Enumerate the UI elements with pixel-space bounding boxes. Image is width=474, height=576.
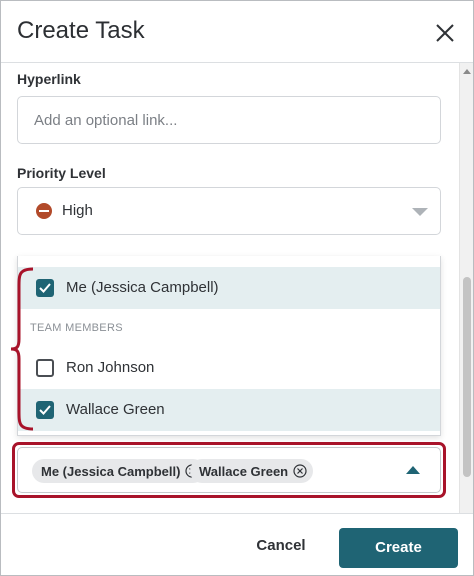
priority-label: Priority Level — [17, 165, 106, 181]
dialog-title: Create Task — [17, 17, 145, 44]
close-button[interactable] — [433, 21, 457, 45]
hyperlink-input[interactable]: Add an optional link... — [17, 96, 441, 144]
assignee-dropdown: Me (Jessica Campbell) TEAM MEMBERS Ron J… — [17, 256, 441, 436]
option-label: Ron Johnson — [66, 359, 155, 376]
dialog-header: Create Task — [1, 1, 473, 63]
scrollbar[interactable] — [459, 63, 473, 513]
annotation-highlight-box — [12, 442, 446, 498]
priority-high-icon — [36, 203, 52, 219]
option-wallace-green[interactable]: Wallace Green — [18, 389, 440, 431]
group-label-team-members: TEAM MEMBERS — [30, 322, 123, 334]
check-icon — [39, 405, 51, 415]
scrollbar-thumb[interactable] — [463, 277, 471, 477]
option-me[interactable]: Me (Jessica Campbell) — [18, 267, 440, 309]
dialog-footer: Cancel Create — [1, 513, 473, 576]
close-icon — [436, 24, 454, 42]
priority-select[interactable]: High — [17, 187, 441, 235]
create-button[interactable]: Create — [339, 528, 458, 568]
option-label: Wallace Green — [66, 401, 165, 418]
priority-value: High — [62, 202, 93, 219]
chevron-down-icon — [412, 208, 428, 216]
annotation-bracket — [10, 267, 34, 431]
hyperlink-placeholder: Add an optional link... — [34, 112, 178, 129]
hyperlink-label: Hyperlink — [17, 71, 81, 87]
cancel-button[interactable]: Cancel — [241, 528, 321, 564]
create-task-dialog: Create Task Hyperlink Add an optional li… — [0, 0, 474, 576]
scroll-up-arrow-icon[interactable] — [463, 69, 471, 74]
option-label: Me (Jessica Campbell) — [66, 279, 219, 296]
check-icon — [39, 283, 51, 293]
option-ron-johnson[interactable]: Ron Johnson — [18, 347, 440, 389]
